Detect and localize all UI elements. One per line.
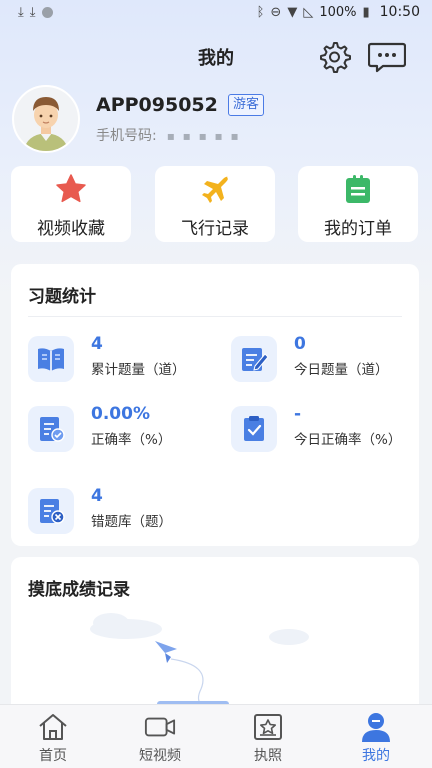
stat-value: 4 — [91, 486, 103, 506]
check-clipboard-icon — [231, 406, 277, 452]
stat-value: 0.00% — [91, 404, 150, 424]
phone-label: 手机号码: — [96, 128, 157, 144]
wifi-icon: ▼ — [287, 4, 298, 20]
edit-icon — [231, 336, 277, 382]
nav-label: 首页 — [39, 748, 67, 764]
nav-label: 执照 — [254, 748, 282, 764]
stat-value: - — [294, 404, 302, 424]
airplane-icon — [198, 172, 232, 206]
quick-action-label: 飞行记录 — [181, 219, 249, 239]
stat-today-questions[interactable]: 0 今日题量（道） — [231, 334, 421, 386]
nav-license[interactable]: 执照 — [228, 705, 308, 768]
flight-records-button[interactable]: 飞行记录 — [155, 166, 275, 242]
avatar[interactable] — [12, 85, 80, 153]
exercise-stats-card: 习题统计 4 累计题量（道） 0 今日题量（道） 0.00% 正确率（%） - … — [11, 264, 419, 546]
phone-mask: ▪ ▪ ▪ ▪ ▪ — [166, 129, 241, 143]
phone-number: 手机号码: ▪ ▪ ▪ ▪ ▪ — [96, 125, 241, 145]
stat-label: 今日正确率（%） — [294, 432, 402, 448]
stat-today-accuracy[interactable]: - 今日正确率（%） — [231, 404, 421, 456]
nav-short-video[interactable]: 短视频 — [120, 705, 200, 768]
status-bar: ⤓ ⤓ ᛒ ⊖ ▼ ◺ 100% ▮ 10:50 — [0, 0, 432, 24]
book-icon — [28, 336, 74, 382]
nav-label: 短视频 — [139, 748, 181, 764]
wrong-doc-icon — [28, 488, 74, 534]
stats-title: 习题统计 — [28, 287, 96, 307]
message-icon[interactable] — [368, 38, 406, 76]
dnd-icon: ⊖ — [270, 4, 282, 20]
exam-records-card: 摸底成绩记录 — [11, 557, 419, 717]
clock: 10:50 — [379, 4, 420, 20]
no-signal-icon: ◺ — [303, 4, 314, 20]
star-icon — [54, 172, 88, 206]
video-icon — [144, 711, 176, 743]
quick-action-label: 视频收藏 — [37, 219, 105, 239]
bluetooth-icon: ᛒ — [256, 4, 265, 20]
nav-label: 我的 — [362, 748, 390, 764]
stat-wrong-bank[interactable]: 4 错题库（题） — [28, 486, 218, 538]
home-icon — [37, 711, 69, 743]
video-favorites-button[interactable]: 视频收藏 — [11, 166, 131, 242]
stat-value: 0 — [294, 334, 306, 354]
stat-label: 今日题量（道） — [294, 362, 389, 378]
username: APP095052 — [96, 94, 218, 116]
nav-home[interactable]: 首页 — [13, 705, 93, 768]
quick-action-label: 我的订单 — [324, 219, 392, 239]
battery-icon: ▮ — [362, 4, 370, 20]
divider — [28, 316, 402, 317]
nav-mine[interactable]: 我的 — [336, 705, 416, 768]
stat-value: 4 — [91, 334, 103, 354]
my-orders-button[interactable]: 我的订单 — [298, 166, 418, 242]
stat-label: 累计题量（道） — [91, 362, 186, 378]
download-icon: ⤓ — [29, 4, 36, 20]
user-icon — [360, 711, 392, 743]
stat-label: 错题库（题） — [91, 514, 172, 530]
license-icon — [252, 711, 284, 743]
battery-percent: 100% — [319, 4, 357, 20]
clipboard-icon — [341, 172, 375, 206]
check-doc-icon — [28, 406, 74, 452]
header: 我的 — [0, 36, 432, 76]
bottom-nav: 首页 短视频 执照 我的 — [0, 704, 432, 768]
empty-state-illustration — [90, 613, 309, 712]
guest-badge: 游客 — [228, 94, 265, 116]
stat-accuracy[interactable]: 0.00% 正确率（%） — [28, 404, 218, 456]
download-icon: ⤓ — [18, 4, 24, 20]
gear-icon[interactable] — [315, 38, 353, 76]
dot-icon — [41, 6, 53, 18]
stat-total-questions[interactable]: 4 累计题量（道） — [28, 334, 218, 386]
stat-label: 正确率（%） — [91, 432, 172, 448]
